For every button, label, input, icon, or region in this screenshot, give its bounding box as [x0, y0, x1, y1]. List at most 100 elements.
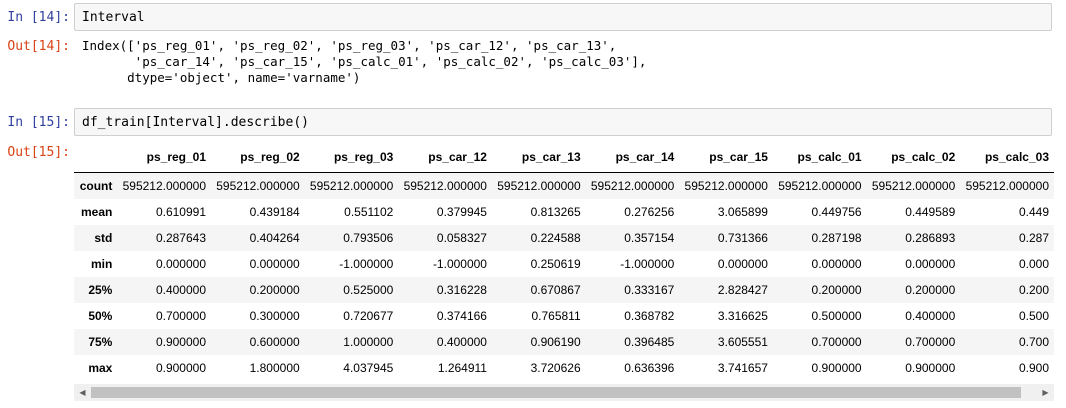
table-cell: 0.000000 [811, 257, 862, 271]
table-cell: 3.065899 [717, 205, 768, 219]
scroll-right-icon[interactable]: ▶ [1037, 384, 1054, 401]
table-cell: 0.200000 [811, 283, 862, 297]
table-cell: 0.610991 [155, 205, 207, 219]
table-cell: 0.224588 [530, 231, 581, 245]
row-label: max [88, 361, 113, 375]
table-row: std 0.287643 0.404264 0.793506 0.058327 0.224… [74, 225, 1054, 251]
table-cell: 0.720677 [343, 309, 394, 323]
table-cell: 0.287643 [155, 231, 207, 245]
header-row: ps_reg_01 ps_reg_02 ps_reg_03 ps_car_12 … [74, 142, 1054, 173]
table-cell: 0.525000 [343, 283, 394, 297]
column-header: ps_reg_02 [211, 142, 305, 173]
row-label: count [79, 179, 113, 193]
table-cell: 595212.000000 [497, 179, 581, 193]
table-cell: 2.828427 [717, 283, 768, 297]
column-header: ps_calc_03 [960, 142, 1054, 173]
table-cell: 0.731366 [717, 231, 768, 245]
table-cell: 0.316228 [436, 283, 487, 297]
table-cell: 0.439184 [249, 205, 300, 219]
table-row: 50% 0.700000 0.300000 0.720677 0.374166 0.765… [74, 303, 1054, 329]
table-cell: 0.404264 [249, 231, 300, 245]
column-header: ps_car_15 [679, 142, 773, 173]
table-cell: 0.449756 [811, 205, 862, 219]
column-header: ps_car_12 [398, 142, 492, 173]
row-label: 25% [88, 283, 113, 297]
table-cell: 0.636396 [624, 361, 675, 375]
row-label: mean [81, 205, 113, 219]
table-cell: 0.900000 [155, 335, 207, 349]
table-cell: 0.700000 [811, 335, 862, 349]
table-cell: 0.200 [1018, 283, 1049, 297]
table-cell: 0.900 [1018, 361, 1049, 375]
code-cell-15[interactable]: df_train[Interval].describe() [74, 108, 1052, 136]
table-cell: 0.250619 [530, 257, 581, 271]
table-cell: 0.600000 [249, 335, 300, 349]
table-cell: 0.200000 [905, 283, 956, 297]
table-cell: 595212.000000 [778, 179, 862, 193]
table-cell: 595212.000000 [309, 179, 394, 193]
table-cell: 0.700000 [905, 335, 956, 349]
table-cell: 3.741657 [717, 361, 768, 375]
index-output: Index(['ps_reg_01', 'ps_reg_02', 'ps_reg… [82, 38, 647, 85]
table-cell: 0.368782 [624, 309, 675, 323]
scroll-left-icon[interactable]: ◀ [74, 384, 91, 401]
horizontal-scrollbar[interactable]: ◀ ▶ [74, 384, 1054, 401]
table-cell: 0.700000 [155, 309, 207, 323]
table-cell: 1.800000 [249, 361, 300, 375]
table-cell: 0.000000 [905, 257, 956, 271]
table-cell: 0.000 [1018, 257, 1049, 271]
column-header: ps_calc_02 [866, 142, 961, 173]
table-cell: 0.700 [1018, 335, 1049, 349]
table-cell: 0.449589 [905, 205, 956, 219]
column-header: ps_car_14 [585, 142, 680, 173]
describe-table: ps_reg_01 ps_reg_02 ps_reg_03 ps_car_12 … [74, 142, 1054, 381]
table-cell: 595212.000000 [684, 179, 768, 193]
scrollbar-thumb[interactable] [91, 387, 1021, 398]
table-cell: -1.000000 [339, 257, 394, 271]
table-cell: 0.670867 [530, 283, 581, 297]
row-label: 75% [88, 335, 113, 349]
table-cell: 0.287198 [811, 231, 862, 245]
table-cell: 595212.000000 [122, 179, 207, 193]
table-cell: 0.374166 [436, 309, 487, 323]
table-cell: 1.264911 [437, 361, 487, 375]
table-cell: 595212.000000 [403, 179, 487, 193]
output-prompt-14: Out[14]: [7, 39, 70, 54]
table-cell: 0.379945 [436, 205, 487, 219]
table-cell: 0.900000 [811, 361, 862, 375]
table-cell: -1.000000 [432, 257, 487, 271]
table-row: mean 0.610991 0.439184 0.551102 0.379945 0.81… [74, 199, 1054, 225]
table-row: 25% 0.400000 0.200000 0.525000 0.316228 0.670… [74, 277, 1054, 303]
input-prompt-14: In [14]: [7, 10, 70, 25]
table-cell: 0.058327 [436, 231, 487, 245]
table-cell: 0.400000 [155, 283, 207, 297]
table-cell: 0.551102 [344, 205, 394, 219]
table-cell: 0.900000 [905, 361, 956, 375]
table-cell: 3.605551 [717, 335, 768, 349]
code-cell-14[interactable]: Interval [74, 3, 1052, 31]
row-label: min [91, 257, 113, 271]
table-cell: 0.500000 [811, 309, 862, 323]
table-cell: 0.200000 [249, 283, 300, 297]
column-header: ps_car_13 [491, 142, 586, 173]
table-cell: 0.000000 [717, 257, 768, 271]
table-cell: 0.000000 [155, 257, 207, 271]
table-cell: 3.720626 [530, 361, 581, 375]
table-cell: 0.900000 [155, 361, 207, 375]
table-row: min 0.000000 0.000000 -1.000000 -1.000000 0.2… [74, 251, 1054, 277]
row-label: 50% [88, 309, 113, 323]
table-cell: 595212.000000 [216, 179, 300, 193]
index-header [74, 142, 118, 173]
table-cell: 0.500 [1018, 309, 1049, 323]
table-cell: -1.000000 [620, 257, 675, 271]
table-cell: 0.813265 [530, 205, 581, 219]
table-cell: 0.333167 [624, 283, 675, 297]
table-row: max 0.900000 1.800000 4.037945 1.264911 3.720… [74, 355, 1054, 381]
table-row: count 595212.000000 595212.000000 595212.00… [74, 172, 1054, 199]
code-text: Interval [82, 10, 145, 25]
column-header: ps_reg_01 [117, 142, 212, 173]
column-header: ps_reg_03 [304, 142, 399, 173]
input-prompt-15: In [15]: [7, 115, 70, 130]
table-cell: 0.276256 [624, 205, 675, 219]
row-label: std [94, 231, 113, 245]
